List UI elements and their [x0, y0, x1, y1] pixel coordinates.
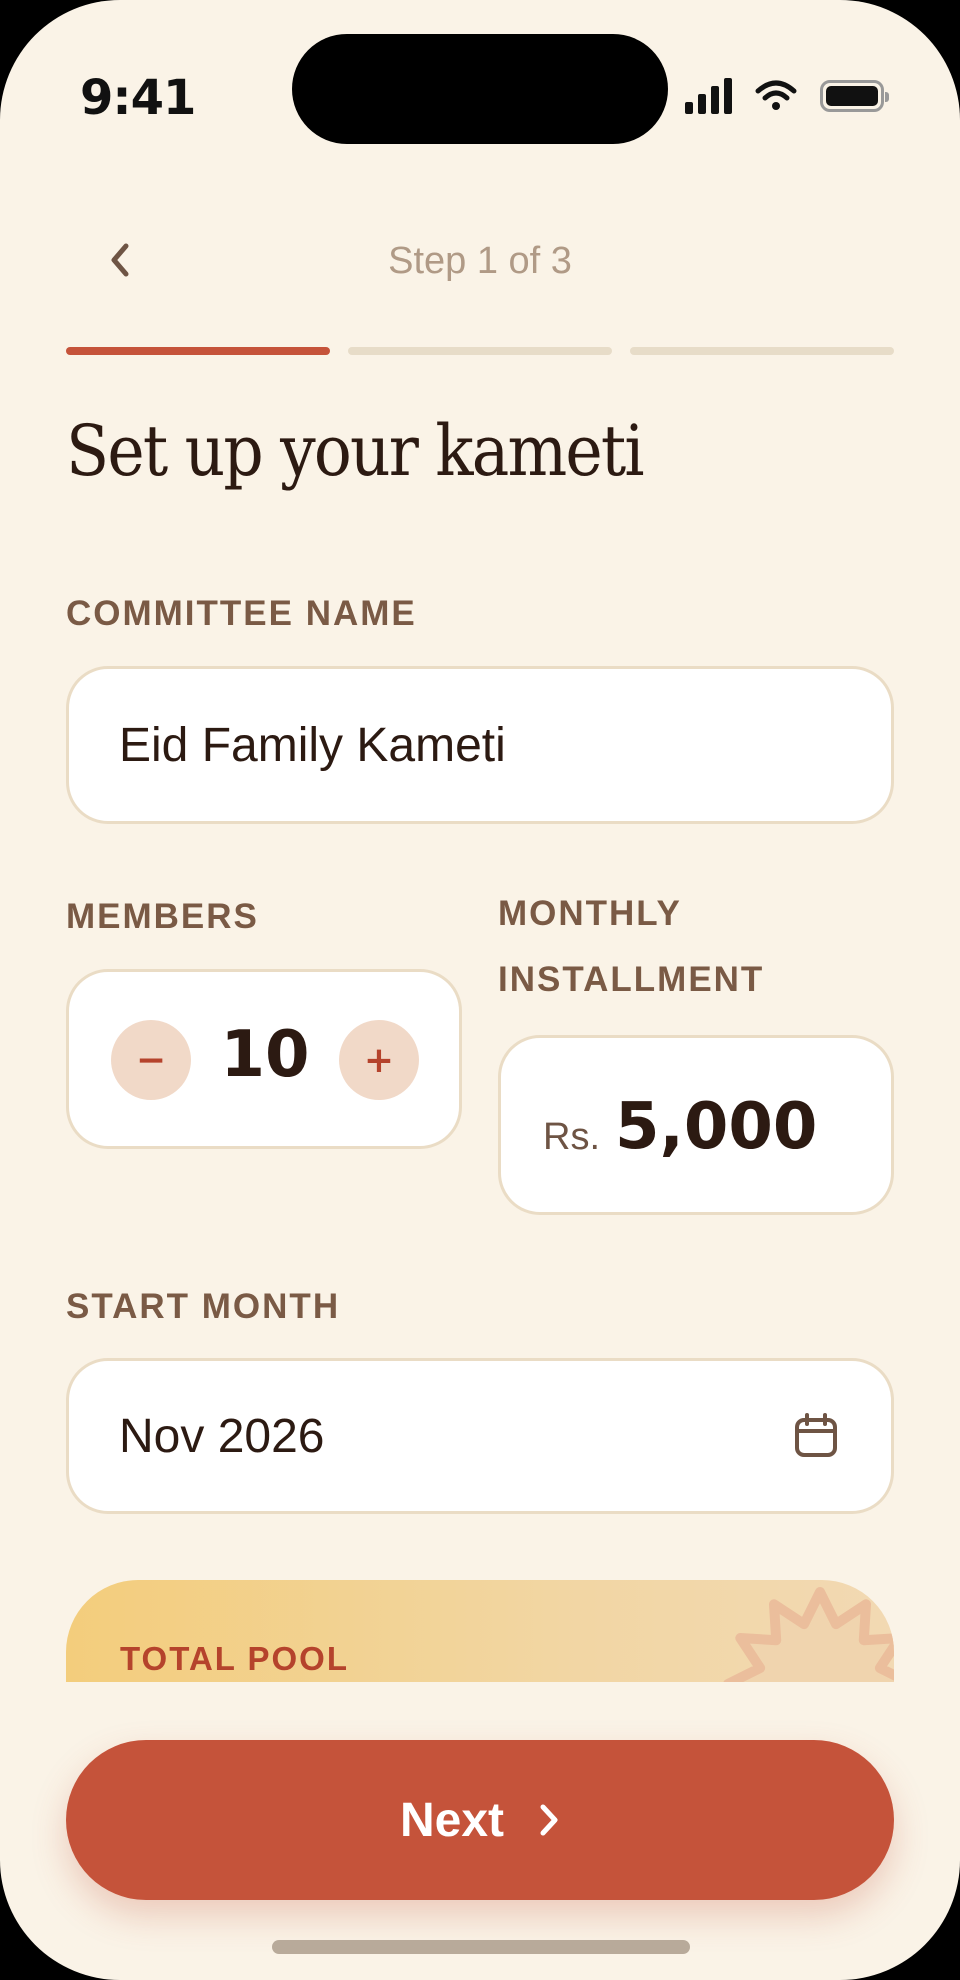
home-indicator — [272, 1940, 690, 1954]
start-month-label: START MONTH — [66, 1287, 341, 1326]
committee-name-value: Eid Family Kameti — [119, 719, 506, 772]
phone-screen: 9:41 Step 1 of 3 Set up your kameti COMM… — [0, 0, 960, 1980]
members-stepper[interactable]: − 10 + — [66, 969, 462, 1149]
chevron-right-icon — [540, 1804, 558, 1836]
committee-name-field[interactable]: Eid Family Kameti — [66, 666, 894, 824]
progress-segment-2 — [348, 347, 612, 355]
start-month-field[interactable]: Nov 2026 — [66, 1358, 894, 1514]
start-month-value: Nov 2026 — [119, 1410, 325, 1463]
wifi-icon — [755, 80, 797, 110]
dynamic-island — [292, 34, 668, 144]
next-button[interactable]: Next — [66, 1740, 894, 1900]
total-pool-label: TOTAL POOL — [120, 1640, 350, 1677]
installment-amount: 5,000 — [615, 1090, 818, 1164]
calendar-icon[interactable] — [793, 1413, 839, 1459]
step-progress — [66, 347, 894, 355]
progress-segment-3 — [630, 347, 894, 355]
currency-label: Rs. — [543, 1116, 600, 1158]
status-time: 9:41 — [80, 70, 196, 126]
signal-icon — [685, 78, 732, 114]
members-count: 10 — [220, 1018, 310, 1092]
members-label: MEMBERS — [66, 897, 259, 936]
monthly-installment-label: MONTHLY INSTALLMENT — [498, 894, 765, 999]
step-indicator: Step 1 of 3 — [388, 240, 572, 282]
page-title: Set up your kameti — [66, 410, 645, 492]
increment-button[interactable]: + — [339, 1020, 419, 1100]
status-icons — [685, 78, 889, 114]
progress-segment-1 — [66, 347, 330, 355]
installment-field[interactable]: Rs. 5,000 — [498, 1035, 894, 1215]
next-button-label: Next — [399, 1793, 505, 1847]
total-pool-card: TOTAL POOL — [66, 1580, 894, 1682]
battery-icon — [820, 80, 889, 112]
decrement-button[interactable]: − — [111, 1020, 191, 1100]
committee-name-label: COMMITTEE NAME — [66, 594, 417, 633]
burst-decoration-icon — [723, 1587, 894, 1682]
